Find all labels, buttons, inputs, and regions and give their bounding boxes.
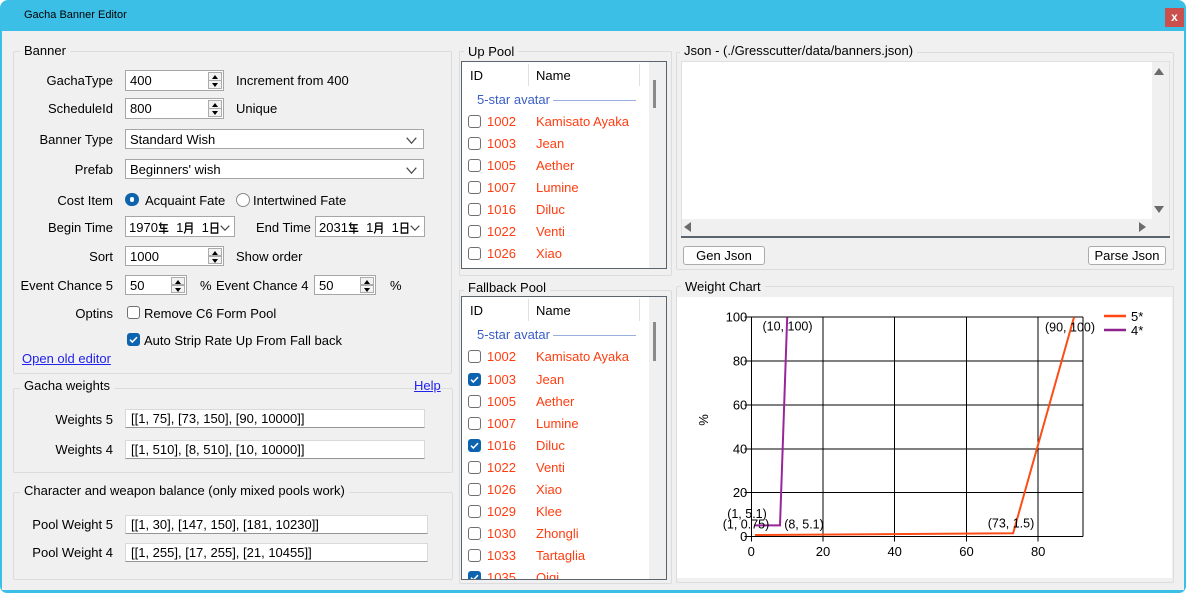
- svg-text:(1, 0.75): (1, 0.75): [723, 518, 770, 532]
- svg-text:%: %: [696, 414, 711, 426]
- svg-text:(8, 5.1): (8, 5.1): [784, 518, 824, 532]
- svg-text:100: 100: [726, 310, 748, 325]
- svg-text:40: 40: [887, 544, 901, 559]
- svg-text:4*: 4*: [1131, 323, 1143, 338]
- svg-text:(90, 100): (90, 100): [1045, 321, 1095, 335]
- svg-text:(73, 1.5): (73, 1.5): [988, 517, 1035, 531]
- svg-text:5*: 5*: [1131, 309, 1143, 324]
- svg-text:20: 20: [816, 544, 830, 559]
- svg-text:80: 80: [1031, 544, 1045, 559]
- svg-text:80: 80: [733, 354, 747, 369]
- svg-text:60: 60: [733, 398, 747, 413]
- svg-text:0: 0: [748, 544, 755, 559]
- svg-text:(10, 100): (10, 100): [762, 320, 812, 334]
- svg-text:40: 40: [733, 441, 747, 456]
- svg-text:20: 20: [733, 485, 747, 500]
- svg-text:60: 60: [959, 544, 973, 559]
